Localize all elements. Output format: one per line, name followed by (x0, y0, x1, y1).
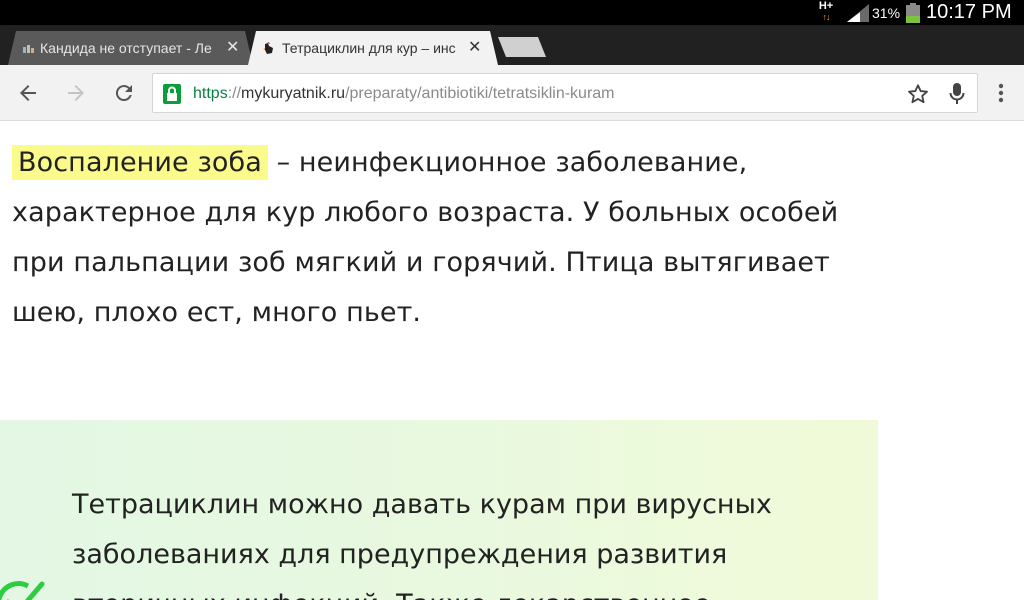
tab-candida[interactable]: Кандида не отступает - Ле ✕ (8, 31, 253, 65)
battery-icon (906, 3, 920, 23)
info-callout: Тетрациклин можно давать курам при вирус… (0, 420, 878, 600)
url-host: mykuryatnik.ru (241, 85, 346, 102)
url-separator: :// (227, 85, 242, 102)
page-content: Воспаление зоба – неинфекционное заболев… (0, 122, 1024, 600)
microphone-icon[interactable] (949, 82, 965, 106)
url-text[interactable]: https://mykuryatnik.ru/preparaty/antibio… (193, 74, 615, 114)
article-paragraph: Воспаление зоба – неинфекционное заболев… (12, 138, 892, 338)
status-bar: H+ ↑↓ 31% 10:17 PM (0, 0, 1024, 25)
lock-icon[interactable] (163, 84, 181, 104)
tab-tetracycline[interactable]: Тетрациклин для кур – инс ✕ (248, 31, 498, 65)
site-favicon-icon (23, 45, 34, 53)
address-bar[interactable]: https://mykuryatnik.ru/preparaty/antibio… (152, 73, 978, 113)
tab-title: Тетрациклин для кур – инс (282, 40, 456, 56)
close-tab-icon[interactable]: ✕ (226, 31, 239, 65)
close-tab-icon[interactable]: ✕ (468, 31, 481, 65)
reload-icon[interactable] (112, 81, 136, 105)
network-type: H+ (818, 0, 834, 12)
bookmark-star-icon[interactable] (907, 83, 929, 105)
back-arrow-icon[interactable] (16, 81, 40, 105)
overflow-menu-icon[interactable] (992, 81, 1010, 105)
new-tab-button[interactable] (498, 37, 546, 57)
signal-strength-icon (847, 4, 869, 22)
network-indicator: H+ ↑↓ (815, 1, 837, 23)
tab-strip: Кандида не отступает - Ле ✕ Тетрациклин … (0, 25, 1024, 65)
tab-title: Кандида не отступает - Ле (40, 40, 212, 56)
browser-toolbar: https://mykuryatnik.ru/preparaty/antibio… (0, 65, 1024, 121)
data-activity-icon: ↑↓ (822, 12, 831, 22)
rooster-favicon-icon (263, 42, 273, 54)
url-scheme: https (193, 85, 228, 102)
checkmark-icon (0, 581, 45, 600)
battery-percent: 31% (872, 5, 901, 21)
forward-arrow-icon[interactable] (64, 81, 88, 105)
clock: 10:17 PM (926, 1, 1012, 23)
url-path: /preparaty/antibiotiki/tetratsiklin-kura… (345, 85, 615, 102)
highlighted-term[interactable]: Воспаление зоба (12, 145, 268, 180)
callout-text: Тетрациклин можно давать курам при вирус… (72, 489, 772, 600)
